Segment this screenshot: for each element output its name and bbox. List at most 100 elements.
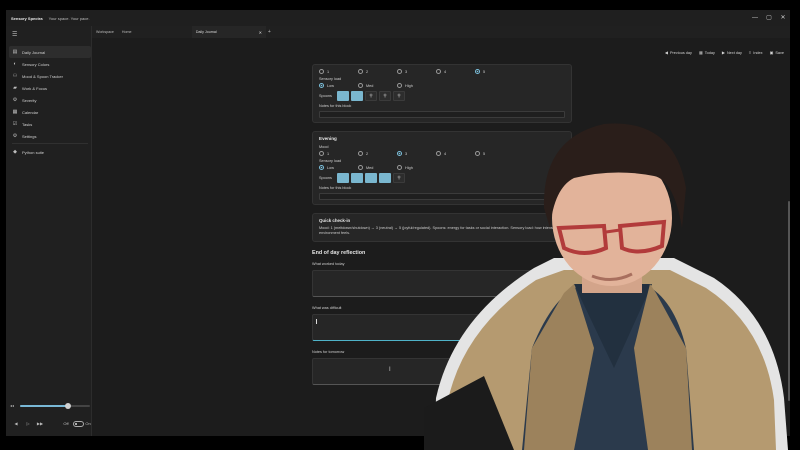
tab-home[interactable]: Home (118, 26, 192, 38)
radio-label: 3 (405, 151, 408, 156)
sidebar-item-daily-journal[interactable]: ▤ Daily Journal (9, 46, 91, 58)
sidebar-item-label: Calendar (22, 109, 39, 115)
radio-circle-icon (358, 165, 363, 170)
sidebar-item-sensory-colors[interactable]: ◐ Sensory Colors (9, 58, 91, 70)
sidebar-item-settings[interactable]: ⚙ Settings (9, 130, 91, 142)
spoon-filled[interactable] (337, 173, 349, 183)
save-button[interactable]: ▣ Save (770, 50, 784, 55)
folder-icon: ▰ (13, 85, 17, 91)
close-tab-icon[interactable]: ✕ (259, 30, 262, 35)
webcam-overlay (424, 123, 788, 450)
spoon-filled[interactable] (379, 173, 391, 183)
radio-label: High (405, 83, 413, 88)
volume-knob[interactable] (64, 403, 71, 409)
spoon-empty-icon[interactable]: ⚲ (365, 91, 377, 101)
radio-label: 4 (444, 69, 447, 74)
python-icon: ◆ (13, 149, 17, 155)
toggle-switch[interactable] (73, 421, 84, 427)
tab-daily-journal[interactable]: Daily Journal ✕ (191, 26, 266, 38)
spoon-empty-icon[interactable]: ⚲ (393, 91, 405, 101)
radio-option[interactable]: 1 (319, 69, 358, 74)
sidebar-item-label: Daily Journal (22, 49, 46, 55)
radio-label: 3 (405, 69, 408, 74)
mood-radio-group: 1 2 3 4 5 (319, 69, 565, 74)
spoon-filled[interactable] (365, 173, 377, 183)
radio-option[interactable]: Med (358, 83, 397, 88)
radio-option[interactable]: 4 (436, 69, 475, 74)
spoon-icon: ⚇ (12, 73, 18, 79)
radio-option[interactable]: Med (358, 165, 397, 170)
sidebar-separator (12, 143, 88, 144)
minimize-icon[interactable]: — (748, 10, 762, 26)
play-icon[interactable]: ▷ (24, 420, 32, 428)
radio-circle-icon (319, 151, 324, 156)
add-tab-icon[interactable]: + (268, 29, 271, 35)
radio-option[interactable]: 5 (475, 69, 514, 74)
person-image (424, 123, 788, 450)
sidebar-item-label: Tasks (22, 121, 33, 127)
tab-bar: Workspace Home Daily Journal ✕ + (92, 26, 790, 38)
sidebar-item-label: Mood & Spoon Tracker (22, 73, 63, 79)
spoons-tracker: ⚲ ⚲ ⚲ (337, 91, 407, 101)
spoon-filled[interactable] (337, 91, 349, 101)
sidebar-item-label: Settings (22, 133, 37, 139)
sidebar-item-python-suite[interactable]: ◆ Python suite (9, 146, 91, 158)
radio-option[interactable]: 2 (358, 151, 397, 156)
index-button[interactable]: ≡ Index (749, 50, 763, 55)
settings-icon: ⚙ (12, 133, 18, 139)
spoon-empty-icon[interactable]: ⚲ (379, 91, 391, 101)
today-label: Today (704, 50, 715, 55)
sidebar-item-severity[interactable]: ⚙ Severity (9, 94, 91, 106)
next-day-icon: ▶ (721, 50, 725, 55)
sidebar-item-calendar[interactable]: ▦ Calendar (9, 106, 91, 118)
sidebar-item-work-focus[interactable]: ▰ Work & Focus (9, 82, 91, 94)
volume-slider[interactable] (20, 403, 90, 409)
volume-icon: ◂◂ (10, 403, 15, 408)
previous-day-button[interactable]: ◀ Previous day (665, 50, 692, 55)
previous-track-icon[interactable]: ◀ (12, 420, 20, 428)
radio-label: Med (366, 83, 374, 88)
radio-label: Low (327, 83, 334, 88)
journal-icon: ▤ (12, 49, 18, 55)
radio-circle-icon (397, 83, 402, 88)
calendar-icon: ▦ (698, 50, 703, 55)
radio-label: 2 (366, 151, 369, 156)
spoons-tracker: ⚲ (337, 173, 407, 183)
radio-option[interactable]: 2 (358, 69, 397, 74)
sidebar-item-mood-spoon-tracker[interactable]: ⚇ Mood & Spoon Tracker (9, 70, 91, 82)
sidebar: ☰ ▤ Daily Journal ◐ Sensory Colors ⚇ Mood & S… (6, 26, 92, 436)
media-controls: ◂◂ ◀ ▷ ▶▶ Off On (10, 398, 92, 436)
radio-option[interactable]: 3 (397, 69, 436, 74)
spoons-label: Spoons (319, 176, 332, 180)
radio-option[interactable]: High (397, 83, 436, 88)
calendar-icon: ▦ (12, 109, 18, 115)
hamburger-menu-icon[interactable]: ☰ (12, 31, 17, 38)
next-track-icon[interactable]: ▶▶ (36, 420, 44, 428)
spoons-row: Spoons ⚲ ⚲ ⚲ (319, 91, 565, 101)
previous-day-icon: ◀ (664, 50, 668, 55)
radio-option[interactable]: 1 (319, 151, 358, 156)
save-icon: ▣ (769, 50, 774, 55)
radio-option[interactable]: Low (319, 83, 358, 88)
sidebar-item-label: Sensory Colors (22, 61, 50, 67)
close-icon[interactable]: ✕ (776, 10, 790, 26)
next-day-button[interactable]: ▶ Next day (722, 50, 742, 55)
radio-label: 1 (327, 69, 330, 74)
radio-circle-icon (358, 151, 363, 156)
app-tagline: Your space. Your pace. (48, 15, 90, 21)
radio-circle-icon (397, 151, 402, 156)
today-button[interactable]: ▦ Today (699, 50, 715, 55)
maximize-icon[interactable]: ▢ (762, 10, 776, 26)
save-label: Save (775, 50, 784, 55)
radio-circle-icon (397, 165, 402, 170)
radio-option[interactable]: Low (319, 165, 358, 170)
sidebar-item-label: Work & Focus (22, 85, 48, 91)
spoon-filled[interactable] (351, 91, 363, 101)
sidebar-item-label: Severity (22, 97, 37, 103)
sidebar-item-tasks[interactable]: ☑ Tasks (9, 118, 91, 130)
tab-workspace[interactable]: Workspace (92, 26, 118, 38)
text-caret (316, 318, 317, 324)
spoon-empty-icon[interactable]: ⚲ (393, 173, 405, 183)
spoon-filled[interactable] (351, 173, 363, 183)
radio-circle-icon (475, 69, 480, 74)
